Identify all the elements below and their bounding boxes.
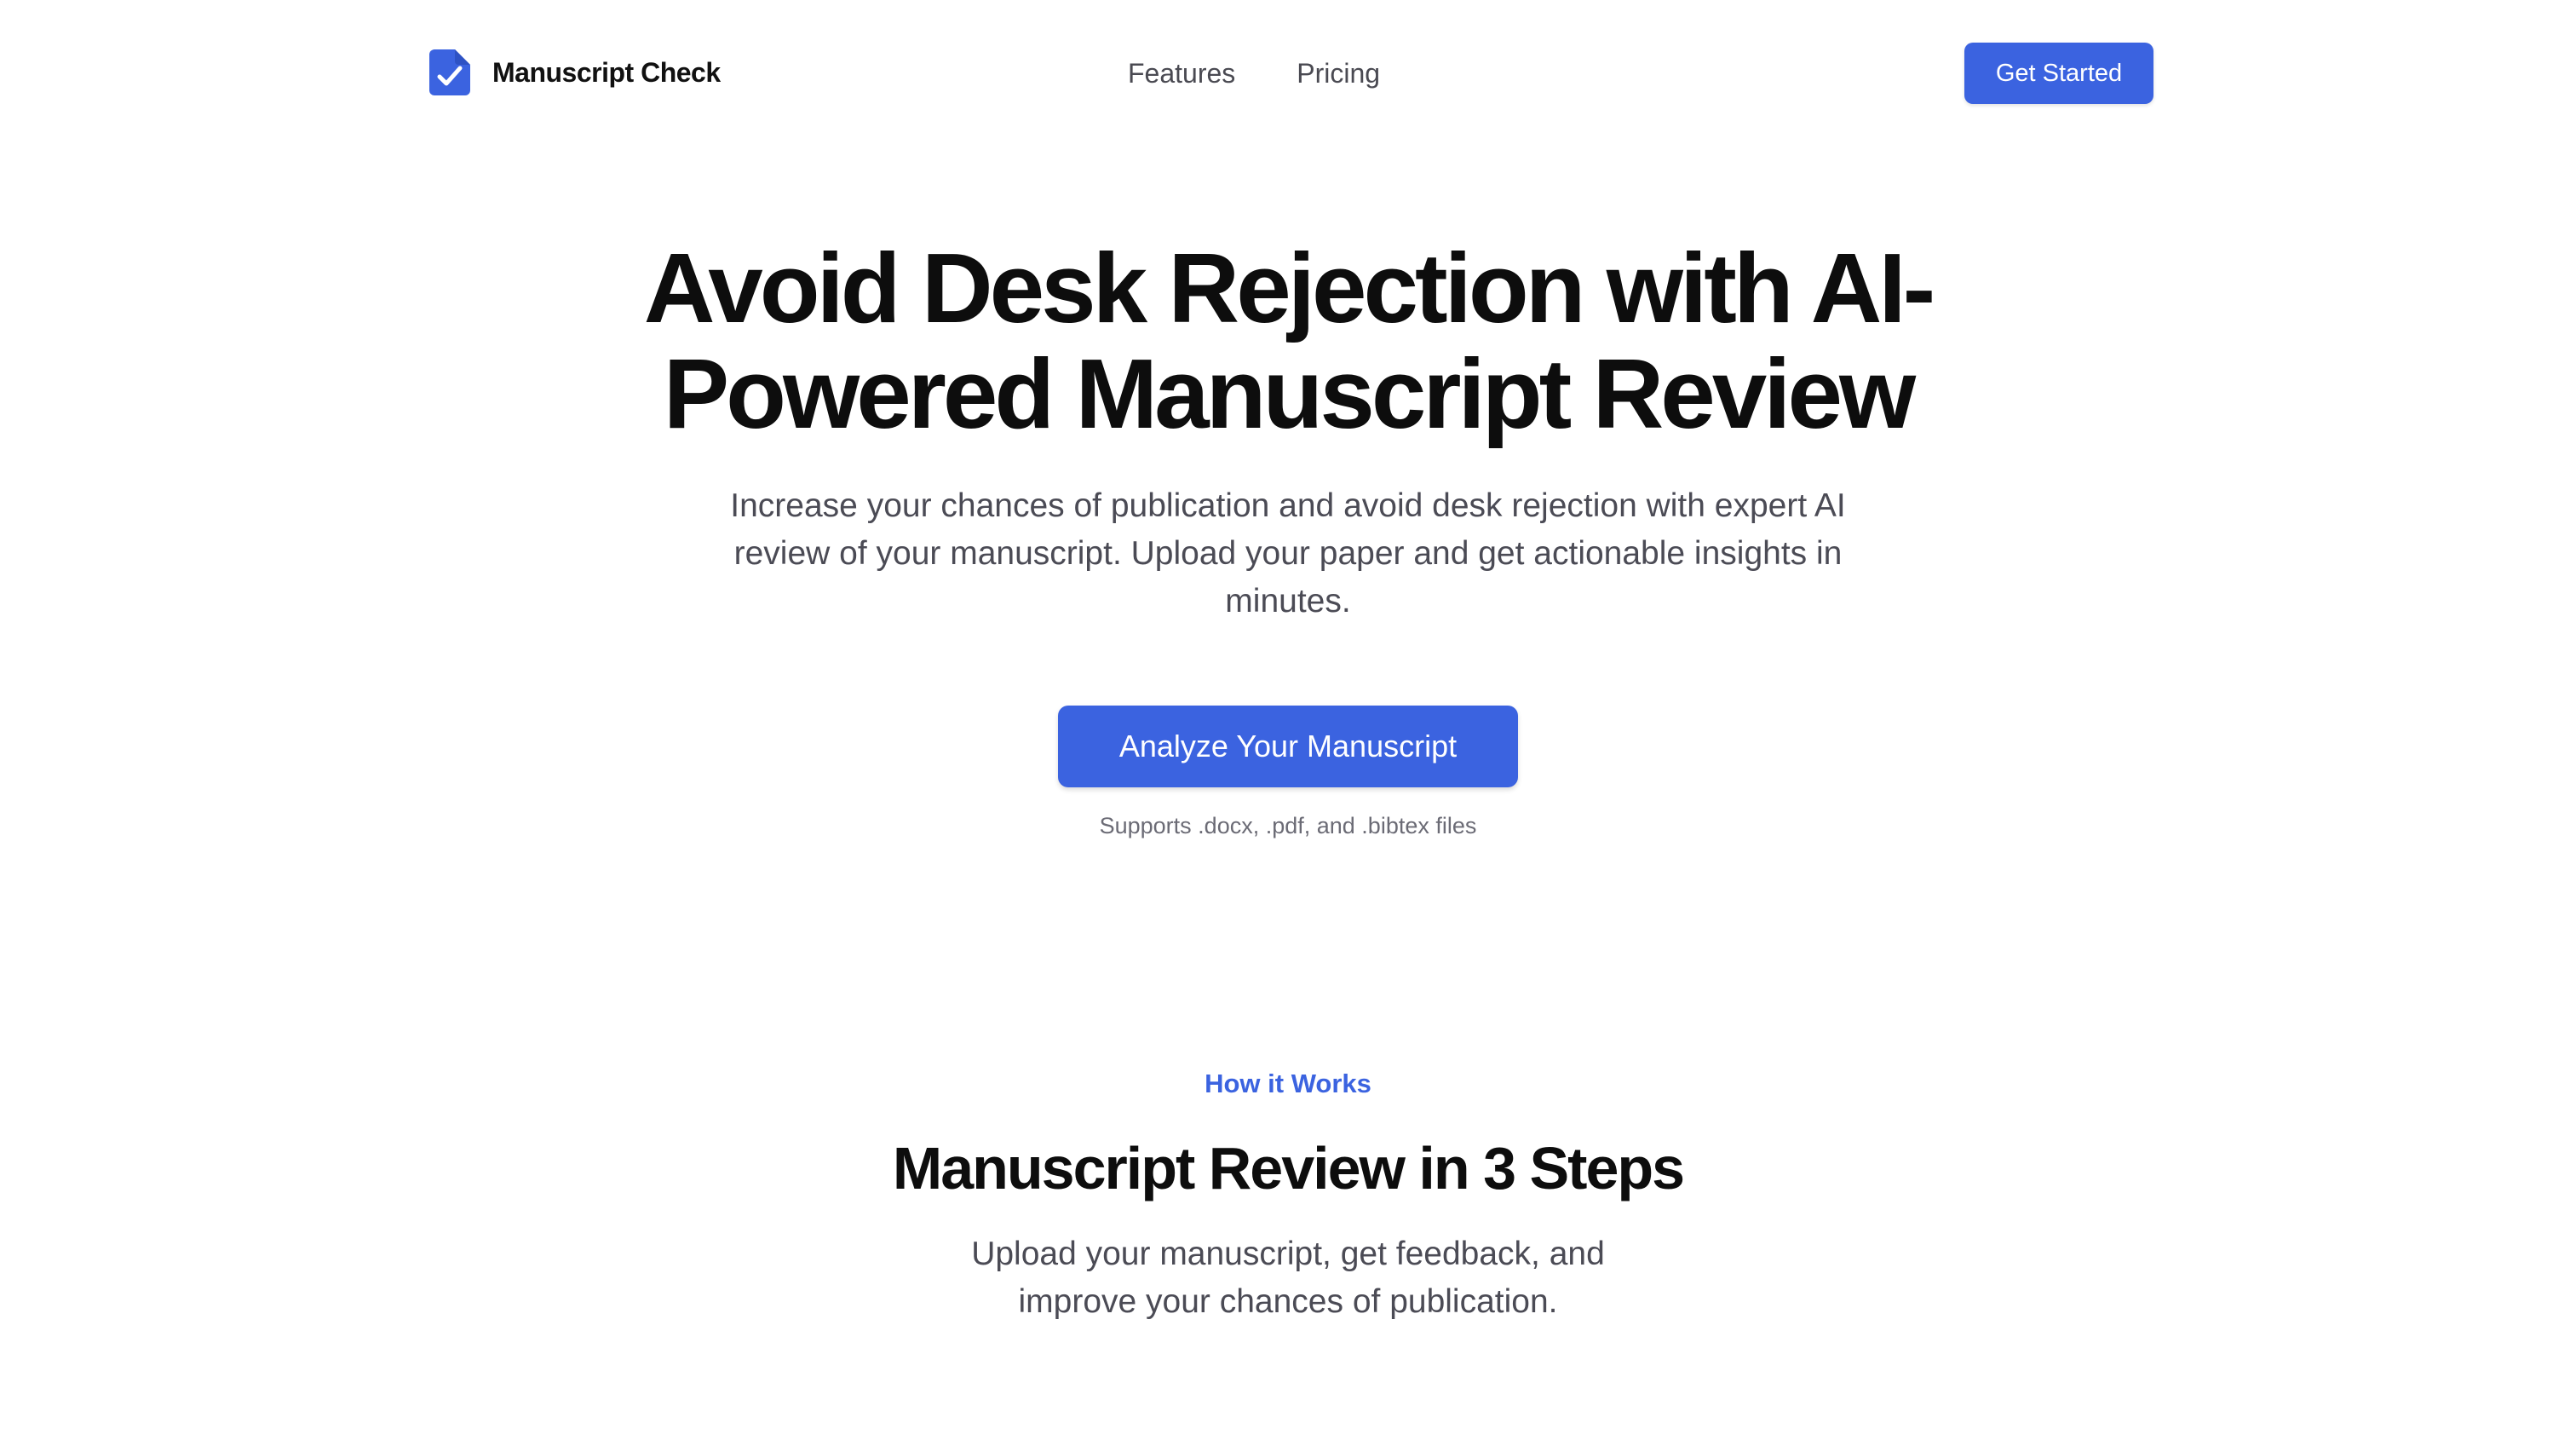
hero-title: Avoid Desk Rejection with AI-Powered Man… [643,233,1936,449]
document-check-icon [429,49,470,95]
get-started-button[interactable]: Get Started [1964,43,2153,104]
section-subtitle: Upload your manuscript, get feedback, an… [971,1236,1605,1320]
nav-link-pricing[interactable]: Pricing [1297,53,1380,94]
hero-subtitle: Increase your chances of publication and… [730,487,1846,619]
landing-page: Manuscript Check Features Pricing Get St… [0,0,2576,1452]
site-header: Manuscript Check Features Pricing Get St… [0,0,2576,147]
brand-logo-link[interactable]: Manuscript Check [429,49,721,95]
section-title: Manuscript Review in 3 Steps [892,1135,1685,1201]
analyze-manuscript-button[interactable]: Analyze Your Manuscript [1058,706,1518,787]
supported-formats-note: Supports .docx, .pdf, and .bibtex files [1099,813,1477,838]
brand-name: Manuscript Check [492,56,721,88]
section-eyebrow: How it Works [1205,1069,1371,1098]
nav-link-features[interactable]: Features [1128,53,1235,94]
main-nav: Features Pricing [1128,53,1380,94]
